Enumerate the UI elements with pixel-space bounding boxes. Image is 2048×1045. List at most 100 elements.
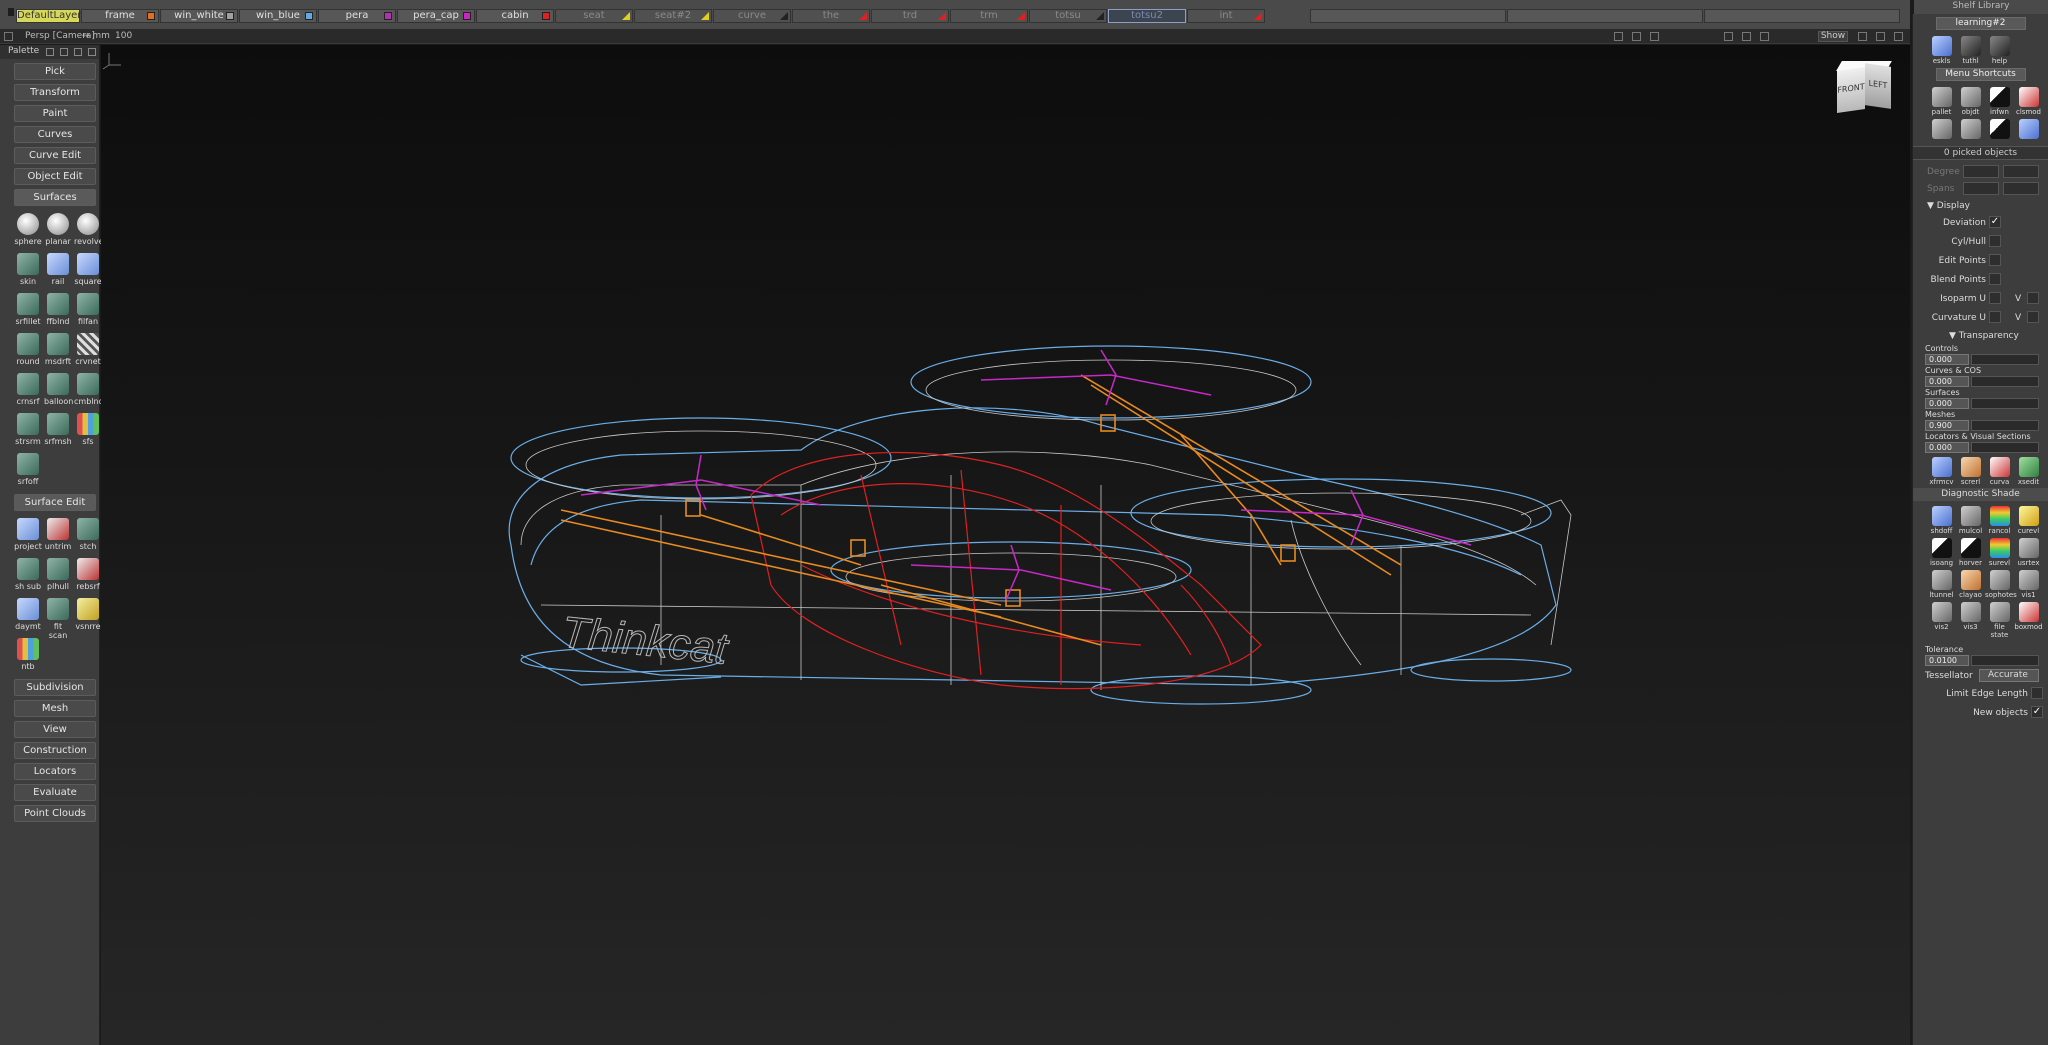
isoangle-icon[interactable] [1931, 538, 1952, 558]
shelf-item[interactable]: clsmod [2014, 84, 2043, 116]
tool-plhull[interactable]: plhull [44, 555, 72, 595]
display-section-header[interactable]: ▼ Display [1913, 198, 2048, 214]
tool-fit-scan[interactable]: fit scan [44, 595, 72, 640]
layer-2[interactable]: win_white [160, 9, 238, 23]
tool-sh-sub[interactable]: sh sub [14, 555, 42, 595]
diagnostic-vis3[interactable]: vis3 [1956, 599, 1985, 639]
palette-icon[interactable] [1931, 87, 1952, 107]
isophotes-icon[interactable] [1989, 570, 2010, 590]
transparency-locators-visual-sections-field[interactable]: 0.000 [1925, 442, 1969, 453]
diagnostic-clayao[interactable]: clayao [1956, 567, 1985, 599]
degree-field-v[interactable] [2003, 165, 2039, 178]
display-deviation-checkbox[interactable]: ✓ [1989, 216, 2001, 228]
diagnostic-usrtex[interactable]: usrtex [2014, 535, 2043, 567]
tool-srfillet[interactable]: srfillet [14, 290, 42, 330]
tool-sfs[interactable]: sfs [74, 410, 102, 450]
ntb-icon[interactable] [17, 638, 39, 660]
tool-crnsrf[interactable]: crnsrf [14, 370, 42, 410]
diagnostic-sophotes[interactable]: sophotes [1985, 567, 2017, 599]
display-curvature-u-v-checkbox[interactable] [2027, 311, 2039, 323]
split-view-icon[interactable] [1876, 32, 1885, 41]
tool-round[interactable]: round [14, 330, 42, 370]
xfrmcv-icon[interactable] [1931, 457, 1952, 477]
layer-13[interactable]: totsu [1029, 9, 1107, 23]
layer-4[interactable]: pera [318, 9, 396, 23]
help-icon[interactable] [1989, 36, 2010, 56]
shelf-item[interactable]: objdt [1956, 84, 1985, 116]
tool-srfmsh[interactable]: srfmsh [44, 410, 72, 450]
viewport-tool-icon[interactable] [1724, 32, 1733, 41]
layer-5[interactable]: pera_cap [397, 9, 475, 23]
revolve-icon[interactable] [77, 213, 99, 235]
msdrft-icon[interactable] [47, 333, 69, 355]
viewport-tool-icon[interactable] [1760, 32, 1769, 41]
layer-color-swatch[interactable] [147, 12, 155, 20]
diagnostic-vis2[interactable]: vis2 [1927, 599, 1956, 639]
palette-evaluate-button[interactable]: Evaluate [14, 784, 96, 801]
palette-view-icon[interactable] [46, 48, 54, 56]
palette-pick-button[interactable]: Pick [14, 63, 96, 80]
tool-sphere[interactable]: sphere [14, 210, 42, 250]
light-tunnel-icon[interactable] [1931, 570, 1952, 590]
vsnrre-icon[interactable] [77, 598, 99, 620]
tool-rail[interactable]: rail [44, 250, 72, 290]
diagnostic-curevl[interactable]: curevl [2014, 503, 2043, 535]
layer-color-swatch[interactable] [226, 12, 234, 20]
palette-locators-button[interactable]: Locators [14, 763, 96, 780]
display-cyl-hull-checkbox[interactable] [1989, 235, 2001, 247]
close-view-icon[interactable] [1894, 32, 1903, 41]
random-color-icon[interactable] [1989, 506, 2010, 526]
layer-empty-slot[interactable] [1704, 9, 1900, 23]
viewport-tool-icon[interactable] [1632, 32, 1641, 41]
shelf-item[interactable]: eskls [1927, 33, 1956, 65]
rebsrf-icon[interactable] [77, 558, 99, 580]
transparency-controls-slider[interactable] [1971, 354, 2039, 365]
object-detail-icon[interactable] [1960, 87, 1981, 107]
display-isoparm-u-checkbox[interactable] [1989, 292, 2001, 304]
layer-11[interactable]: trd [871, 9, 949, 23]
shelf-item[interactable] [1956, 116, 1985, 140]
menu-shortcuts-tab[interactable]: Menu Shortcuts [1935, 68, 2026, 81]
spans-field-v[interactable] [2003, 182, 2039, 195]
diagnostic-isoang[interactable]: isoang [1927, 535, 1956, 567]
xsedit-icon[interactable] [2018, 457, 2039, 477]
tool-revolve[interactable]: revolve [74, 210, 104, 250]
layer-12[interactable]: trm [950, 9, 1028, 23]
diagnostic-file-state[interactable]: file state [1985, 599, 2014, 639]
transparency-surfaces-slider[interactable] [1971, 398, 2039, 409]
window-menu-icon[interactable] [4, 32, 13, 41]
layer-empty-slot[interactable] [1310, 9, 1506, 23]
new-objects-checkbox[interactable]: ✓ [2031, 706, 2043, 718]
project-icon[interactable] [17, 518, 39, 540]
shelf-item[interactable]: curva [1985, 454, 2014, 486]
vis1-icon[interactable] [2018, 570, 2039, 590]
tool-vsnrre[interactable]: vsnrre [74, 595, 102, 635]
transparency-controls-field[interactable]: 0.000 [1925, 354, 1969, 365]
transparency-locators-visual-sections-slider[interactable] [1971, 442, 2039, 453]
strsrm-icon[interactable] [17, 413, 39, 435]
clay-ao-icon[interactable] [1960, 570, 1981, 590]
diagnostic-shdoff[interactable]: shdoff [1927, 503, 1956, 535]
limit-edge-checkbox[interactable] [2031, 687, 2043, 699]
layer-bar-grip[interactable] [8, 8, 14, 16]
diagnostic-rancol[interactable]: rancol [1985, 503, 2014, 535]
ffblnd-icon[interactable] [47, 293, 69, 315]
tool-msdrft[interactable]: msdrft [44, 330, 72, 370]
palette-close-icon[interactable] [88, 48, 96, 56]
cone-icon[interactable] [1989, 119, 2010, 139]
layer-empty-slot[interactable] [1507, 9, 1703, 23]
tool-strsrm[interactable]: strsrm [14, 410, 42, 450]
pattern-icon[interactable] [2018, 119, 2039, 139]
layer-14[interactable]: totsu2 [1108, 9, 1186, 23]
layer-state-icon[interactable] [1254, 12, 1262, 20]
tool-square[interactable]: square [74, 250, 102, 290]
boxmod-icon[interactable] [2018, 602, 2039, 622]
maximize-icon[interactable] [1858, 32, 1867, 41]
palette-curve-edit-button[interactable]: Curve Edit [14, 147, 96, 164]
cmblnd-icon[interactable] [77, 373, 99, 395]
layer-state-icon[interactable] [780, 12, 788, 20]
untrim-icon[interactable] [47, 518, 69, 540]
palette-mesh-button[interactable]: Mesh [14, 700, 96, 717]
srfmsh-icon[interactable] [47, 413, 69, 435]
tool-cmblnd[interactable]: cmblnd [74, 370, 104, 410]
